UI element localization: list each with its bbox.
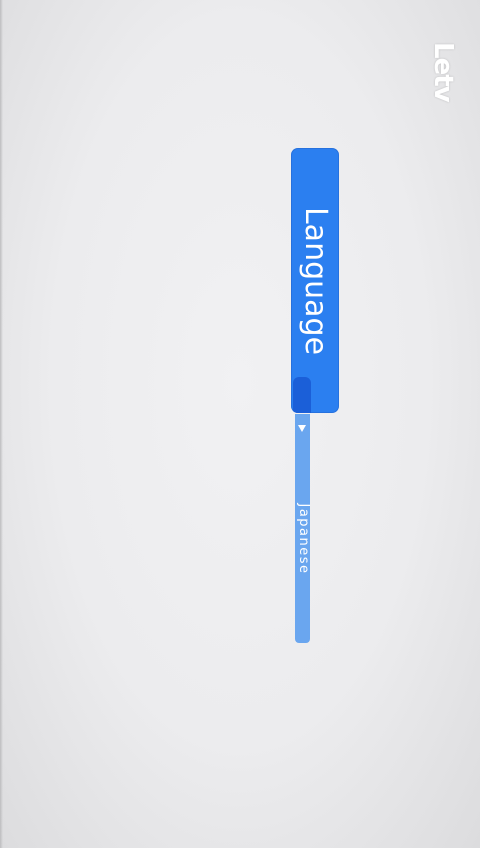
language-button-label: Language: [298, 206, 333, 356]
language-button[interactable]: Language: [291, 148, 339, 413]
screen-edge-shadow: [0, 0, 3, 848]
letv-logo: Letv: [428, 42, 458, 102]
focus-indicator: [293, 377, 311, 413]
language-dropdown[interactable]: Japanese: [295, 414, 311, 643]
selected-language-value: Japanese: [296, 503, 311, 575]
